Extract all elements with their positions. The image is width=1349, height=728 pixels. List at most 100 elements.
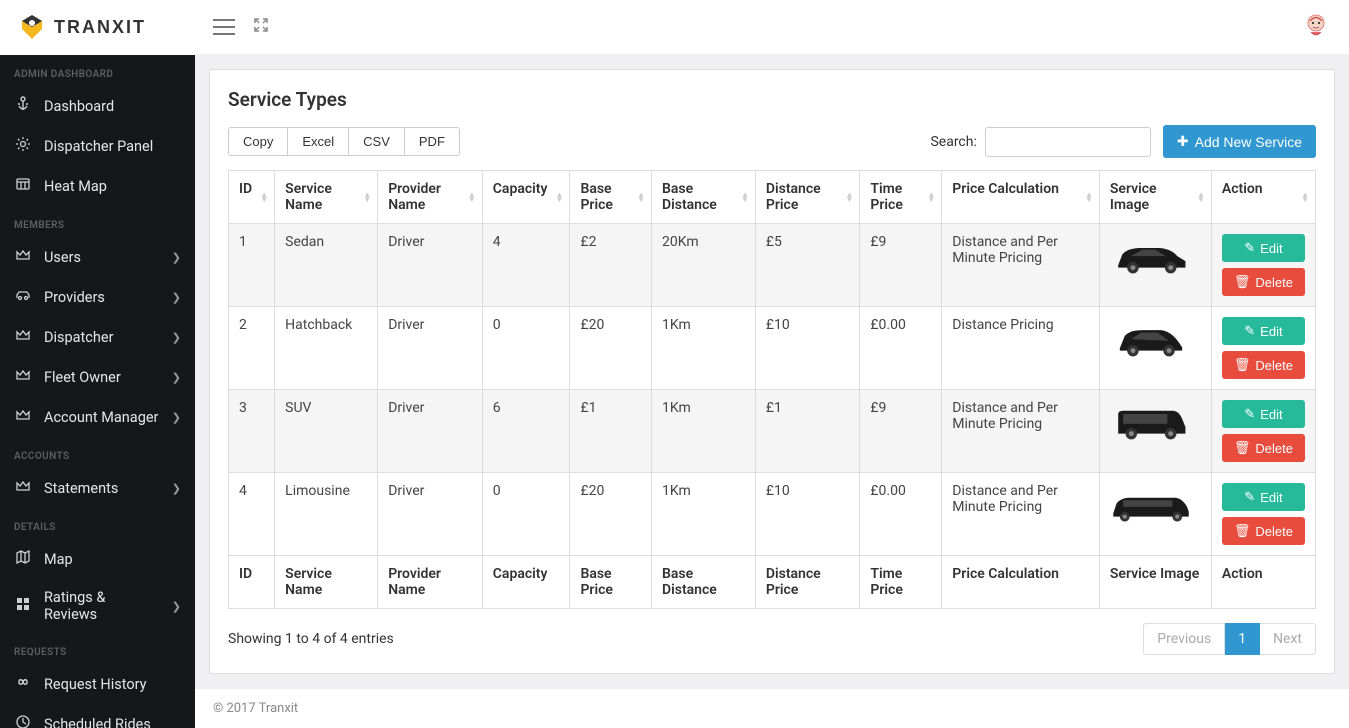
search-label: Search:	[930, 134, 976, 150]
column-footer: Capacity	[482, 556, 570, 609]
column-header[interactable]: Service Image▲▼	[1099, 171, 1211, 224]
logo-icon	[18, 13, 46, 41]
table-cell: Driver	[378, 473, 483, 556]
edit-button[interactable]: ✎Edit	[1222, 234, 1305, 262]
delete-button[interactable]: 🗑Delete	[1222, 351, 1305, 379]
sidebar-item-ratings-reviews[interactable]: Ratings & Reviews❯	[0, 579, 195, 633]
chevron-right-icon: ❯	[172, 291, 181, 304]
grid-icon	[14, 596, 32, 616]
table-cell: £20	[570, 473, 652, 556]
menu-toggle-button[interactable]	[213, 19, 235, 35]
delete-button[interactable]: 🗑Delete	[1222, 517, 1305, 545]
sidebar-item-label: Account Manager	[44, 409, 160, 426]
sidebar-item-request-history[interactable]: Request History	[0, 664, 195, 704]
sidebar-item-label: Fleet Owner	[44, 369, 160, 386]
trash-icon: 🗑	[1234, 274, 1251, 290]
column-header[interactable]: Distance Price▲▼	[755, 171, 860, 224]
edit-button[interactable]: ✎Edit	[1222, 400, 1305, 428]
column-header[interactable]: Capacity▲▼	[482, 171, 570, 224]
sidebar-item-label: Users	[44, 249, 160, 266]
sidebar-item-fleet-owner[interactable]: Fleet Owner ❯	[0, 357, 195, 397]
sidebar-section-heading: DETAILS	[0, 508, 195, 539]
pagination: Previous1Next	[1143, 623, 1316, 655]
anchor-icon	[14, 96, 32, 116]
csv-export-button[interactable]: CSV	[349, 127, 405, 156]
column-footer: Action	[1211, 556, 1315, 609]
sidebar-item-heat-map[interactable]: Heat Map	[0, 166, 195, 206]
sidebar-item-users[interactable]: Users❯	[0, 237, 195, 277]
sidebar-item-label: Dispatcher	[44, 329, 160, 346]
table-cell: Distance and Per Minute Pricing	[942, 390, 1100, 473]
pdf-export-button[interactable]: PDF	[405, 127, 460, 156]
table-cell: Hatchback	[275, 307, 378, 390]
table-cell: 2	[229, 307, 275, 390]
column-header[interactable]: Service Name▲▼	[275, 171, 378, 224]
trash-icon: 🗑	[1234, 357, 1251, 373]
pencil-icon: ✎	[1244, 323, 1255, 339]
column-header[interactable]: Time Price▲▼	[860, 171, 942, 224]
table-cell: 1Km	[651, 390, 755, 473]
sort-icon: ▲▼	[1197, 192, 1205, 202]
user-avatar[interactable]	[1305, 14, 1327, 40]
table-cell: Distance Pricing	[942, 307, 1100, 390]
delete-button[interactable]: 🗑Delete	[1222, 434, 1305, 462]
fullscreen-button[interactable]	[253, 17, 269, 37]
topbar: TRANXIT	[0, 0, 1349, 55]
edit-button[interactable]: ✎Edit	[1222, 483, 1305, 511]
table-cell: Distance and Per Minute Pricing	[942, 473, 1100, 556]
table-cell: 1Km	[651, 307, 755, 390]
column-header[interactable]: Provider Name▲▼	[378, 171, 483, 224]
sidebar-item-label: Ratings & Reviews	[44, 589, 160, 623]
table-cell: 3	[229, 390, 275, 473]
footer-copyright: © 2017 Tranxit	[195, 688, 1349, 728]
sort-icon: ▲▼	[1301, 192, 1309, 202]
edit-button[interactable]: ✎Edit	[1222, 317, 1305, 345]
entries-info: Showing 1 to 4 of 4 entries	[228, 631, 394, 647]
sort-icon: ▲▼	[556, 192, 564, 202]
sidebar-item-dispatcher-panel[interactable]: Dispatcher Panel	[0, 126, 195, 166]
delete-button[interactable]: 🗑Delete	[1222, 268, 1305, 296]
excel-export-button[interactable]: Excel	[288, 127, 349, 156]
sidebar-item-statements[interactable]: Statements❯	[0, 468, 195, 508]
sort-icon: ▲▼	[845, 192, 853, 202]
table-cell: Driver	[378, 224, 483, 307]
table-cell: £0.00	[860, 473, 942, 556]
export-button-group: CopyExcelCSVPDF	[228, 127, 460, 156]
table-cell: Driver	[378, 307, 483, 390]
add-new-service-button[interactable]: ✚ Add New Service	[1163, 125, 1316, 158]
sidebar-item-providers[interactable]: Providers❯	[0, 277, 195, 317]
table-cell: £10	[755, 473, 860, 556]
pagination-page[interactable]: 1	[1225, 623, 1260, 655]
crown-icon	[14, 407, 32, 427]
service-types-card: Service Types CopyExcelCSVPDF Search: ✚ …	[209, 69, 1335, 674]
column-footer: ID	[229, 556, 275, 609]
column-header[interactable]: ID▲▼	[229, 171, 275, 224]
column-header[interactable]: Price Calculation▲▼	[942, 171, 1100, 224]
table-cell: Limousine	[275, 473, 378, 556]
column-header[interactable]: Action▲▼	[1211, 171, 1315, 224]
action-cell: ✎Edit 🗑Delete	[1211, 224, 1315, 307]
table-row: 3SUVDriver6£11Km£1£9Distance and Per Min…	[229, 390, 1316, 473]
pagination-next[interactable]: Next	[1260, 623, 1316, 655]
chevron-right-icon: ❯	[172, 371, 181, 384]
table-cell: £10	[755, 307, 860, 390]
service-types-table: ID▲▼Service Name▲▼Provider Name▲▼Capacit…	[228, 170, 1316, 609]
search-input[interactable]	[985, 127, 1151, 157]
copy-export-button[interactable]: Copy	[228, 127, 288, 156]
action-cell: ✎Edit 🗑Delete	[1211, 307, 1315, 390]
sidebar-item-map[interactable]: Map	[0, 539, 195, 579]
sidebar-item-scheduled-rides[interactable]: Scheduled Rides	[0, 704, 195, 728]
sidebar-item-dispatcher[interactable]: Dispatcher❯	[0, 317, 195, 357]
trash-icon: 🗑	[1234, 523, 1251, 539]
sidebar-section-heading: MEMBERS	[0, 206, 195, 237]
sidebar-item-account-manager[interactable]: Account Manager❯	[0, 397, 195, 437]
sort-icon: ▲▼	[927, 192, 935, 202]
column-header[interactable]: Base Distance▲▼	[651, 171, 755, 224]
infinity-icon	[14, 674, 32, 694]
sidebar-item-dashboard[interactable]: Dashboard	[0, 86, 195, 126]
table-cell: 1Km	[651, 473, 755, 556]
pagination-previous[interactable]: Previous	[1143, 623, 1225, 655]
sidebar-item-label: Map	[44, 551, 181, 568]
column-header[interactable]: Base Price▲▼	[570, 171, 652, 224]
table-cell: £9	[860, 224, 942, 307]
